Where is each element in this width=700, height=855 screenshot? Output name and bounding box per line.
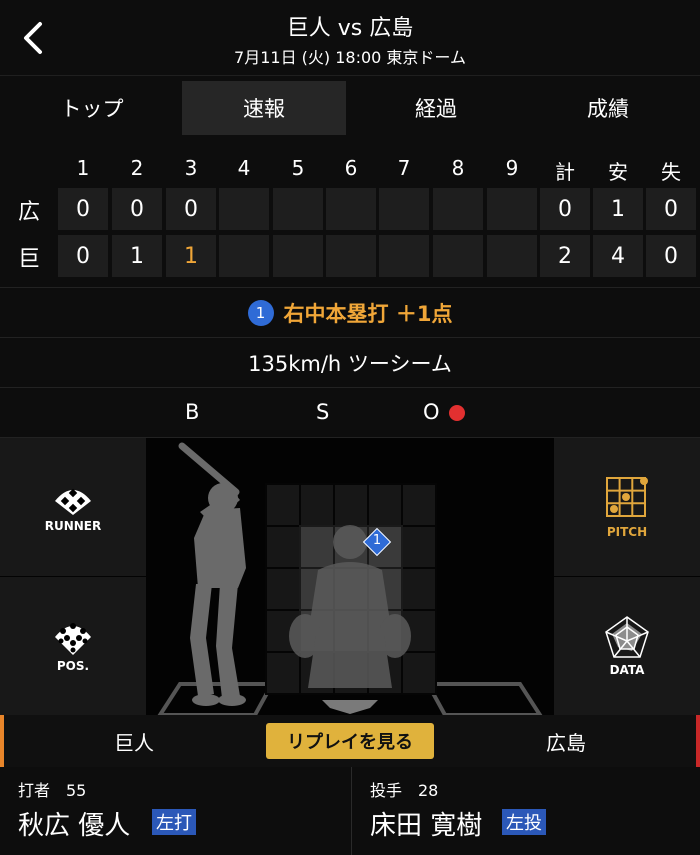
tab-bar: トップ 速報 経過 成績 <box>0 76 700 142</box>
score-cell: 0 <box>58 235 108 277</box>
out-indicator <box>449 405 465 421</box>
tab-progress[interactable]: 経過 <box>354 81 518 135</box>
page-title: 巨人 vs 広島 <box>286 16 414 41</box>
radar-chart-icon <box>605 616 649 658</box>
score-cell <box>487 235 537 277</box>
runner-label: RUNNER <box>44 519 102 533</box>
team-label-away: 広 <box>17 200 40 225</box>
score-cell <box>219 188 269 230</box>
inning-header: 4 <box>237 156 251 180</box>
runner-button[interactable]: RUNNER <box>0 438 146 576</box>
total-errors-cell: 0 <box>646 188 696 230</box>
pitcher-name: 床田 寛樹 <box>370 811 483 841</box>
ball-count: B S O <box>0 388 700 438</box>
runs-header: 計 <box>555 160 575 184</box>
score-cell <box>433 188 483 230</box>
away-team-color-bar <box>696 715 700 767</box>
data-label: DATA <box>609 663 645 677</box>
score-cell: 0 <box>58 188 108 230</box>
score-cell <box>379 188 429 230</box>
batter-hand-badge: 左打 <box>152 809 196 835</box>
score-cell <box>273 188 323 230</box>
inning-header: 9 <box>505 156 519 180</box>
errors-header: 失 <box>661 160 681 184</box>
data-button[interactable]: DATA <box>554 577 700 715</box>
play-number-badge: 1 <box>247 299 274 326</box>
total-runs-cell: 0 <box>540 188 590 230</box>
tab-stats[interactable]: 成績 <box>526 81 690 135</box>
pitcher-role-number: 投手 28 <box>370 781 439 800</box>
score-cell <box>433 235 483 277</box>
batter-role-number: 打者 55 <box>18 781 87 800</box>
ball-label: B <box>185 400 200 424</box>
fielder-positions-icon <box>55 623 91 655</box>
total-hits-cell: 1 <box>593 188 643 230</box>
score-cell <box>273 235 323 277</box>
tab-live[interactable]: 速報 <box>182 81 346 135</box>
matchup-panel: 打者 55 秋広 優人 左打 投手 28 床田 寛樹 左投 <box>0 767 700 855</box>
position-button[interactable]: POS. <box>0 577 146 715</box>
pitch-chart-button[interactable]: PITCH <box>554 438 700 576</box>
game-info: 7月11日 (火) 18:00 東京ドーム <box>234 48 466 67</box>
total-hits-cell: 4 <box>593 235 643 277</box>
pitch-speed-type: 135km/h ツーシーム <box>248 351 452 376</box>
home-team-button[interactable]: 巨人 <box>54 727 214 756</box>
inning-header: 7 <box>397 156 411 180</box>
strike-label: S <box>316 400 330 424</box>
total-errors-cell: 0 <box>646 235 696 277</box>
score-cell <box>487 188 537 230</box>
play-result: 1 右中本塁打 ＋1点 <box>0 288 700 338</box>
pitch-view: 1 RUNNER POS. PITCH DATA <box>0 438 700 715</box>
score-cell: 0 <box>166 188 216 230</box>
replay-button[interactable]: リプレイを見る <box>266 723 434 759</box>
tab-top[interactable]: トップ <box>10 81 174 135</box>
header: 巨人 vs 広島 7月11日 (火) 18:00 東京ドーム <box>0 0 700 76</box>
pitch-marker: 1 <box>362 527 392 557</box>
total-runs-cell: 2 <box>540 235 590 277</box>
pitcher-hand-badge: 左投 <box>502 809 546 835</box>
pitcher-card[interactable]: 投手 28 床田 寛樹 左投 <box>351 767 700 855</box>
pitch-grid-icon <box>606 477 648 517</box>
score-cell <box>326 188 376 230</box>
runner-icon <box>55 488 91 515</box>
inning-header: 2 <box>130 156 144 180</box>
score-cell: 1 <box>112 235 162 277</box>
score-cell: 0 <box>112 188 162 230</box>
inning-header: 8 <box>451 156 465 180</box>
team-switch-bar: 巨人 リプレイを見る 広島 <box>0 715 700 767</box>
hits-header: 安 <box>608 160 628 184</box>
scoreboard: 1 2 3 4 5 6 7 8 9 計 安 失 広 巨 0 0 0 0 1 0 … <box>0 142 700 288</box>
score-cell <box>379 235 429 277</box>
inning-header: 6 <box>344 156 358 180</box>
out-label: O <box>423 400 440 424</box>
score-cell <box>219 235 269 277</box>
play-result-text: 右中本塁打 ＋1点 <box>283 301 453 326</box>
score-cell <box>326 235 376 277</box>
inning-header: 1 <box>76 156 90 180</box>
away-team-button[interactable]: 広島 <box>486 727 646 756</box>
inning-header: 3 <box>184 156 198 180</box>
team-label-home: 巨 <box>17 247 40 272</box>
home-team-color-bar <box>0 715 4 767</box>
batter-card[interactable]: 打者 55 秋広 優人 左打 <box>0 767 349 855</box>
pitch-label: PITCH <box>606 525 648 539</box>
score-cell-current: 1 <box>166 235 216 277</box>
batter-name: 秋広 優人 <box>18 811 131 841</box>
pitch-info: 135km/h ツーシーム <box>0 338 700 388</box>
position-label: POS. <box>56 659 90 673</box>
inning-header: 5 <box>291 156 305 180</box>
